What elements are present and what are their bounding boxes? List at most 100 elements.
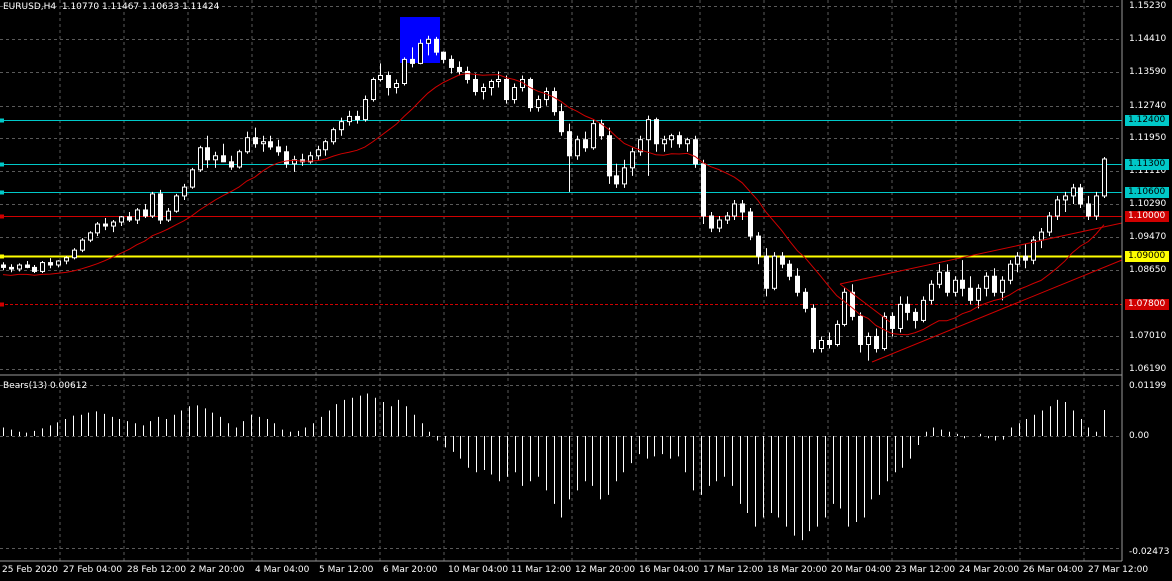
candle bbox=[591, 119, 596, 150]
candle bbox=[245, 131, 250, 154]
candle-body-bear bbox=[1, 264, 6, 268]
level-badge: 1.11300 bbox=[1125, 158, 1169, 170]
candle bbox=[72, 248, 77, 260]
time-label: 26 Mar 04:00 bbox=[1023, 565, 1084, 575]
candlesticks bbox=[1, 35, 1107, 361]
candle bbox=[1078, 183, 1083, 208]
candle-body-bear bbox=[221, 155, 226, 163]
candle bbox=[371, 77, 376, 102]
candle bbox=[143, 203, 148, 219]
candle bbox=[1023, 244, 1028, 269]
candle bbox=[308, 151, 313, 164]
candle-body-bull bbox=[732, 203, 737, 217]
candle-body-bull bbox=[56, 260, 61, 266]
candle bbox=[253, 127, 258, 148]
candle-body-bear bbox=[740, 203, 745, 213]
candle-body-bull bbox=[512, 87, 517, 101]
candle bbox=[48, 258, 53, 269]
candle bbox=[984, 272, 989, 297]
candle-body-bear bbox=[386, 74, 391, 89]
candle bbox=[795, 268, 800, 297]
candle-body-bear bbox=[968, 287, 973, 301]
candle-body-bull bbox=[496, 78, 501, 82]
candle bbox=[748, 207, 753, 241]
candle-body-bear bbox=[528, 78, 533, 109]
candle-body-bull bbox=[842, 291, 847, 325]
candle bbox=[913, 308, 918, 329]
candle bbox=[811, 304, 816, 353]
candle-body-bear bbox=[811, 307, 816, 350]
candle bbox=[229, 155, 234, 170]
candle-body-bear bbox=[874, 335, 879, 350]
candle-body-bear bbox=[103, 223, 108, 227]
candle-body-bear bbox=[25, 264, 30, 268]
chart-canvas[interactable] bbox=[0, 0, 1172, 581]
candle bbox=[166, 207, 171, 223]
candle bbox=[654, 117, 659, 152]
candle-body-bull bbox=[1055, 199, 1060, 217]
candle bbox=[205, 135, 210, 168]
candle-body-bull bbox=[150, 193, 155, 217]
candle bbox=[536, 95, 541, 112]
time-label: 4 Mar 04:00 bbox=[255, 565, 310, 575]
candle bbox=[1086, 195, 1091, 221]
candle-body-bull bbox=[17, 264, 22, 270]
candle-body-bear bbox=[355, 115, 360, 121]
trendline-connector[interactable] bbox=[839, 283, 891, 323]
candle bbox=[1015, 252, 1020, 273]
time-label: 24 Mar 20:00 bbox=[959, 565, 1020, 575]
candle bbox=[504, 75, 509, 104]
candle bbox=[394, 79, 399, 94]
candle bbox=[772, 252, 777, 291]
candle-body-bull bbox=[662, 139, 667, 145]
candle-body-bull bbox=[1015, 255, 1020, 265]
candle bbox=[221, 143, 226, 163]
candle bbox=[1047, 211, 1052, 237]
symbol-label: EURUSD,H4 bbox=[3, 2, 57, 12]
candle bbox=[725, 211, 730, 225]
candle bbox=[874, 328, 879, 353]
candle-body-bear bbox=[410, 58, 415, 64]
candle bbox=[347, 110, 352, 126]
level-marker bbox=[0, 162, 4, 167]
candle-body-bull bbox=[261, 141, 266, 145]
time-label: 6 Mar 20:00 bbox=[383, 565, 438, 575]
candle-body-bear bbox=[1078, 187, 1083, 205]
candle-body-bear bbox=[32, 266, 37, 272]
candle bbox=[473, 73, 478, 96]
candle-body-bear bbox=[701, 163, 706, 217]
time-label: 27 Feb 04:00 bbox=[63, 565, 123, 575]
candle-body-bear bbox=[441, 51, 446, 60]
price-label: 1.12740 bbox=[1129, 101, 1167, 111]
candle-body-bear bbox=[748, 211, 753, 237]
candle bbox=[1055, 195, 1060, 221]
time-label: 11 Mar 12:00 bbox=[511, 565, 572, 575]
candle-body-bull bbox=[174, 195, 179, 212]
candle-body-bear bbox=[9, 266, 14, 270]
time-label: 28 Feb 12:00 bbox=[127, 565, 187, 575]
price-label: 1.15230 bbox=[1129, 1, 1167, 11]
candle bbox=[552, 87, 557, 116]
candle-body-bear bbox=[709, 215, 714, 229]
candle bbox=[945, 264, 950, 297]
candle-body-bear bbox=[449, 58, 454, 68]
time-label: 23 Mar 12:00 bbox=[895, 565, 956, 575]
candle bbox=[646, 115, 651, 176]
candle bbox=[780, 252, 785, 269]
candle-body-bear bbox=[803, 291, 808, 309]
candle-body-bull bbox=[363, 99, 368, 121]
candle-body-bull bbox=[1000, 279, 1005, 293]
candle bbox=[111, 220, 116, 233]
level-marker bbox=[0, 118, 4, 123]
price-label: 1.07010 bbox=[1129, 331, 1167, 341]
price-label: 1.14410 bbox=[1129, 34, 1167, 44]
candle bbox=[88, 231, 93, 243]
time-label: 27 Mar 12:00 bbox=[1088, 565, 1149, 575]
candle-body-bull bbox=[536, 99, 541, 109]
candle-body-bull bbox=[331, 129, 336, 143]
candle bbox=[662, 135, 667, 152]
trendline-upper[interactable] bbox=[839, 222, 1123, 285]
candle-body-bull bbox=[489, 80, 494, 89]
candle bbox=[95, 222, 100, 237]
candle-body-bear bbox=[795, 275, 800, 293]
